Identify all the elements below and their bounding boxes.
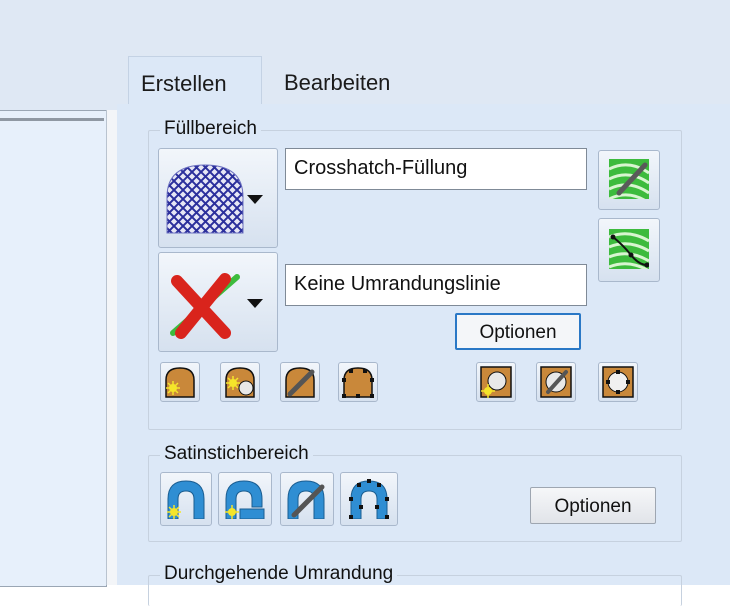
fill-type-button[interactable] (158, 148, 278, 248)
fill-area-label: Füllbereich (160, 118, 261, 140)
outline-type-button[interactable] (158, 252, 278, 352)
outline-type-field[interactable]: Keine Umrandungslinie (285, 264, 587, 306)
satin-area-label: Satinstichbereich (160, 443, 313, 465)
canvas-frame-edge (0, 118, 104, 121)
continuous-outline-label: Durchgehende Umrandung (160, 563, 398, 585)
satin-fill-icon (167, 480, 205, 519)
satin-options-button[interactable]: Optionen (530, 487, 656, 524)
satin-button-2[interactable] (218, 472, 272, 526)
satin-button-3[interactable] (280, 472, 334, 526)
no-outline-icon (170, 273, 240, 339)
hole-direction-icon (540, 366, 572, 398)
tab-erstellen[interactable]: Erstellen (128, 56, 262, 104)
shape-fill-icon (165, 367, 195, 398)
satin-points-icon (349, 479, 389, 519)
hole-button-3[interactable] (598, 362, 638, 402)
design-canvas-pane[interactable] (0, 110, 107, 587)
chevron-down-icon (247, 195, 263, 204)
satin-hole-icon (225, 480, 265, 519)
satin-button-1[interactable] (160, 472, 212, 526)
tab-bearbeiten[interactable]: Bearbeiten (272, 56, 412, 104)
satin-button-4[interactable] (340, 472, 398, 526)
fill-shape-button-4[interactable] (338, 362, 378, 402)
hole-button-2[interactable] (536, 362, 576, 402)
fill-options-button[interactable]: Optionen (455, 313, 581, 350)
fill-direction-icon (609, 159, 649, 199)
shape-points-icon (342, 367, 374, 398)
fill-shape-button-1[interactable] (160, 362, 200, 402)
curved-fill-icon (609, 229, 649, 269)
shape-direction-icon (285, 367, 315, 398)
hole-points-icon (602, 366, 634, 398)
crosshatch-fill-icon (166, 164, 244, 234)
fill-shape-button-2[interactable] (220, 362, 260, 402)
satin-direction-icon (287, 480, 325, 519)
shape-hole-fill-icon (225, 367, 255, 398)
fill-type-field[interactable]: Crosshatch-Füllung (285, 148, 587, 190)
hole-button-1[interactable] (476, 362, 516, 402)
curved-fill-button[interactable] (598, 218, 660, 282)
canvas-scrollbar[interactable] (106, 110, 117, 585)
fill-shape-button-3[interactable] (280, 362, 320, 402)
chevron-down-icon (247, 299, 263, 308)
hole-fill-icon (480, 366, 512, 398)
fill-direction-button[interactable] (598, 150, 660, 210)
